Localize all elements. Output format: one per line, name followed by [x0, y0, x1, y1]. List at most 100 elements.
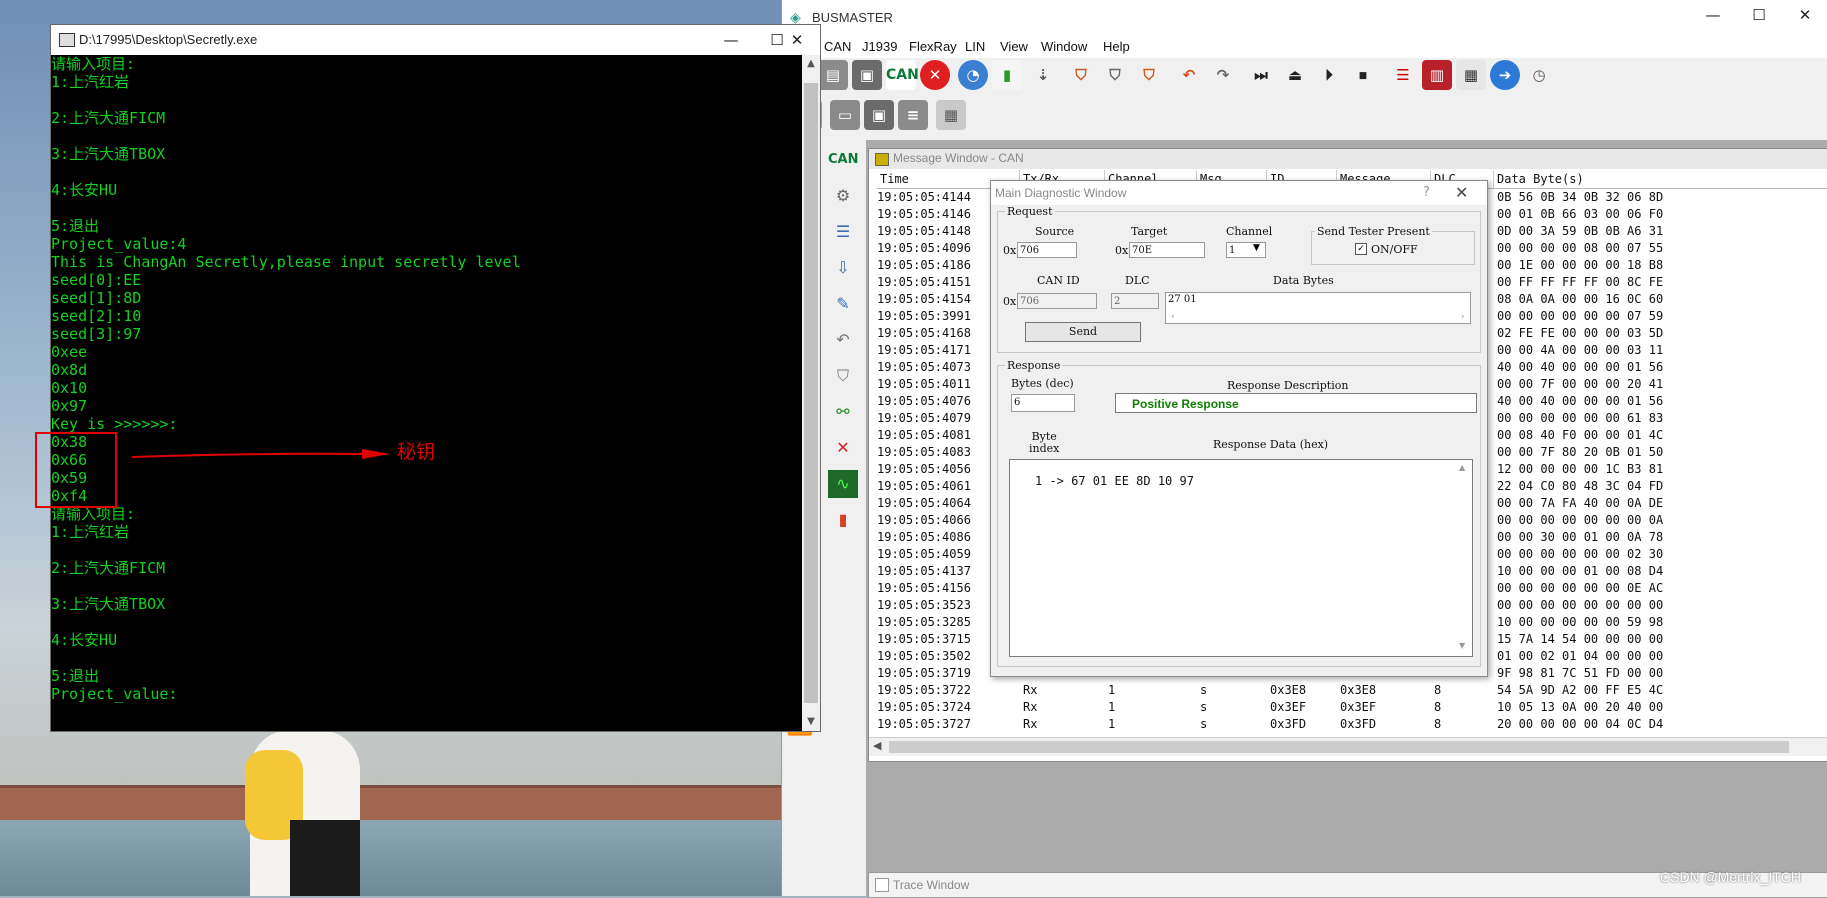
menu-lin[interactable]: LIN [965, 39, 985, 54]
scroll-left-icon[interactable]: ◀ [873, 739, 881, 752]
console-scroll-down-icon[interactable]: ▼ [802, 713, 820, 731]
menu-view[interactable]: View [1000, 39, 1028, 54]
menu-help[interactable]: Help [1103, 39, 1130, 54]
cell-time: 19:05:05:4081 [877, 428, 971, 442]
cell-time: 19:05:05:3991 [877, 309, 971, 323]
filter-replay-icon[interactable]: ⛉ [1134, 60, 1164, 90]
cell-data: 00 00 00 00 08 00 07 55 [1497, 241, 1664, 255]
column-data-bytes[interactable]: Data Byte(s) [1494, 170, 1827, 188]
minimize-button[interactable]: — [1690, 0, 1736, 30]
console-line: 5:退出 [51, 217, 100, 235]
undo-icon[interactable]: ↶ [1174, 60, 1204, 90]
step-icon[interactable]: ⏭ [1246, 60, 1276, 90]
databytes-scroll-right-icon[interactable]: › [1461, 312, 1465, 322]
dialog-close-button[interactable]: ✕ [1455, 183, 1468, 202]
book-icon[interactable]: ▥ [1422, 60, 1452, 90]
save-icon[interactable]: ▣ [852, 60, 882, 90]
redo-icon[interactable]: ↷ [1208, 60, 1238, 90]
table-row[interactable]: 19:05:05:3724 Rx 1 s 0x3EF 0x3EF 8 10 05 13 0A … [877, 699, 1827, 716]
filter-settings-icon[interactable]: ⛉ [1100, 60, 1130, 90]
response-scroll-up-icon[interactable]: ▲ [1459, 463, 1465, 472]
diagnostic-dialog: Main Diagnostic Window ? ✕ Request Sourc… [990, 180, 1488, 677]
console-close-button[interactable]: ✕ [774, 25, 820, 55]
send-button[interactable]: Send [1025, 322, 1141, 342]
cell-time: 19:05:05:4144 [877, 190, 971, 204]
disconnect-icon[interactable]: ✕ [920, 60, 950, 90]
cell-time: 19:05:05:4056 [877, 462, 971, 476]
statistics-icon[interactable]: ▮ [828, 506, 858, 534]
cell-txrx: Rx [1023, 700, 1038, 714]
clock-icon[interactable]: ◷ [1524, 60, 1554, 90]
configure-icon[interactable]: ✎ [828, 290, 858, 318]
grid-icon[interactable]: ▦ [1456, 60, 1486, 90]
menu-can[interactable]: CAN [824, 39, 851, 54]
canid-input[interactable]: 706 [1017, 293, 1097, 309]
can-side-icon[interactable]: CAN [828, 146, 858, 174]
cell-time: 19:05:05:3502 [877, 649, 971, 663]
menubar: CAN J1939 FlexRay LIN View Window Help [782, 36, 1827, 58]
cell-data: 10 05 13 0A 00 20 40 00 [1497, 700, 1664, 714]
filter-icon[interactable]: ⛉ [1066, 60, 1096, 90]
can-connect-icon[interactable]: CAN [886, 60, 919, 90]
stop-icon[interactable]: ⏹ [1348, 60, 1378, 90]
chevron-down-icon[interactable]: ▼ [1253, 243, 1260, 253]
response-scroll-down-icon[interactable]: ▼ [1459, 641, 1465, 650]
cell-txrx: Rx [1023, 717, 1038, 731]
console-output[interactable]: 请输入项目: 1:上汽红岩 2:上汽大通FICM 3:上汽大通TBOX 4:长安HU 5:… [51, 55, 802, 731]
console-minimize-button[interactable]: — [708, 25, 754, 55]
cell-time: 19:05:05:4086 [877, 530, 971, 544]
forward-icon[interactable]: ➔ [1490, 60, 1520, 90]
import-icon[interactable]: ⇩ [828, 254, 858, 282]
network-icon[interactable]: ⚯ [828, 398, 858, 426]
bytes-input[interactable]: 6 [1011, 394, 1075, 412]
description-label: Response Description [1227, 379, 1349, 392]
cell-data: 9F 98 81 7C 51 FD 00 00 [1497, 666, 1664, 680]
save-database-icon[interactable]: ▣ [864, 100, 894, 130]
pie-chart-icon[interactable]: ◔ [958, 60, 988, 90]
play-icon[interactable]: ⏵ [1314, 60, 1344, 90]
dlc-input[interactable]: 2 [1111, 293, 1159, 309]
funnel-icon[interactable]: ⛉ [828, 362, 858, 390]
response-data-box[interactable] [1009, 459, 1473, 657]
menu-window[interactable]: Window [1041, 39, 1087, 54]
open-folder-icon[interactable]: ▭ [830, 100, 860, 130]
clear-list-icon[interactable]: ☰ [1388, 60, 1418, 90]
replay-icon[interactable]: ↶ [828, 326, 858, 354]
list-icon[interactable]: ☰ [828, 218, 858, 246]
menu-j1939[interactable]: J1939 [862, 39, 897, 54]
console-scroll-up-icon[interactable]: ▲ [802, 55, 820, 73]
cell-data: 00 08 40 F0 00 00 01 4C [1497, 428, 1664, 442]
console-line: seed[3]:97 [51, 325, 142, 343]
table-icon[interactable]: ▦ [936, 100, 966, 130]
source-input[interactable]: 706 [1017, 242, 1077, 258]
delete-icon[interactable]: ✕ [828, 434, 858, 462]
help-button[interactable]: ? [1423, 185, 1430, 200]
close-button[interactable]: ✕ [1782, 0, 1827, 30]
message-window-title: Message Window - CAN [893, 151, 1024, 165]
databytes-input[interactable]: 27 01 [1165, 292, 1471, 324]
arrow-down-icon[interactable]: ⇣ [1028, 60, 1058, 90]
channel-select[interactable]: 1 [1226, 242, 1266, 258]
bar-chart-icon[interactable]: ▮ [992, 60, 1022, 90]
console-scroll-thumb[interactable] [804, 83, 818, 703]
console-scrollbar[interactable]: ▲ ▼ [802, 55, 820, 731]
gear-icon[interactable]: ⚙ [828, 182, 858, 210]
cell-dlc: 8 [1434, 717, 1442, 731]
horizontal-scrollbar[interactable]: ◀ [869, 737, 1827, 756]
signal-graph-icon[interactable]: ∿ [828, 470, 858, 498]
cell-id: 0x3FD [1270, 717, 1307, 731]
table-row[interactable]: 19:05:05:3727 Rx 1 s 0x3FD 0x3FD 8 20 00 00 00 … [877, 716, 1827, 733]
target-input[interactable]: 70E [1129, 242, 1205, 258]
table-row[interactable]: 19:05:05:3722 Rx 1 s 0x3E8 0x3E8 8 54 5A 9D A2 … [877, 682, 1827, 699]
database-stack-icon[interactable]: ≡ [898, 100, 928, 130]
database-icon[interactable]: ▤ [818, 60, 848, 90]
maximize-button[interactable]: ☐ [1736, 0, 1782, 30]
scroll-thumb[interactable] [889, 741, 1789, 753]
tester-checkbox[interactable]: ✓ [1355, 243, 1367, 255]
cell-data: 20 00 00 00 00 04 0C D4 [1497, 717, 1664, 731]
menu-flexray[interactable]: FlexRay [909, 39, 957, 54]
databytes-scroll-left-icon[interactable]: ‹ [1171, 312, 1175, 322]
cell-data: 01 00 02 01 04 00 00 00 [1497, 649, 1664, 663]
cell-dlc: 8 [1434, 683, 1442, 697]
eject-icon[interactable]: ⏏ [1280, 60, 1310, 90]
